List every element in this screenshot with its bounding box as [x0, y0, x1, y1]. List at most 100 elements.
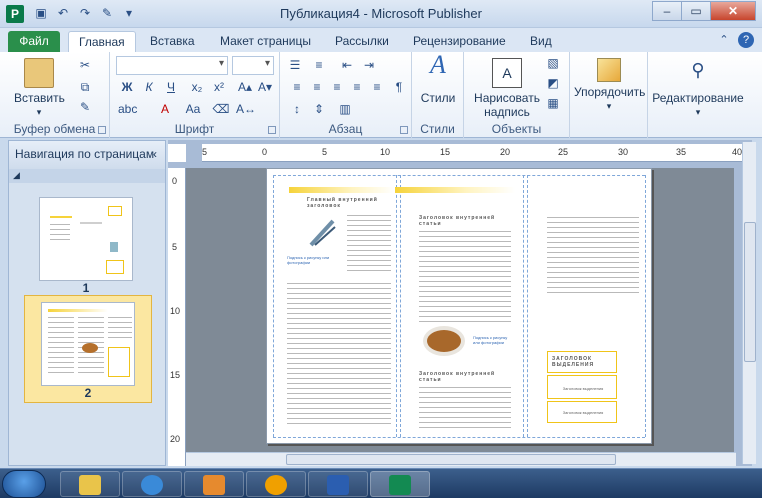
numbering-icon[interactable]: ≡: [310, 58, 328, 74]
margin-guide: [273, 175, 274, 437]
align-right-icon[interactable]: ≡: [328, 80, 346, 96]
h-tick: 30: [618, 147, 629, 157]
paste-button[interactable]: Вставить ▾: [14, 58, 65, 119]
font-name-combo[interactable]: [116, 56, 228, 75]
ribbon-home: Вставить ▾ ✂ ⧉ ✎ Буфер обмена Ж К Ч x₂ x…: [0, 52, 762, 138]
align-left-icon[interactable]: ≡: [288, 80, 306, 96]
line-spacing-icon[interactable]: ↕: [288, 102, 306, 118]
tab-insert[interactable]: Вставка: [140, 31, 205, 52]
table-icon[interactable]: ▦: [544, 96, 562, 112]
col3-body-text[interactable]: [547, 215, 639, 295]
tab-page-layout[interactable]: Макет страницы: [210, 31, 321, 52]
thumb-bowl: [82, 343, 98, 353]
taskbar-word[interactable]: [308, 471, 368, 497]
test-tubes-image[interactable]: [307, 215, 337, 249]
draw-text-box-label: Нарисовать надпись: [474, 91, 540, 119]
taskbar-media-player[interactable]: [246, 471, 306, 497]
main-inside-heading[interactable]: Главный внутренний заголовок: [307, 197, 387, 209]
arrange-label: Упорядочить: [574, 85, 646, 99]
horizontal-ruler[interactable]: 5 0 5 10 15 20 25 30 35 40: [202, 144, 752, 162]
inside-article-heading-1[interactable]: Заголовок внутренней статьи: [419, 215, 499, 227]
image-caption-2[interactable]: Подпись к рисунку или фотографии: [473, 335, 513, 347]
arrange-button[interactable]: Упорядочить ▾: [574, 58, 646, 113]
ie-icon: [141, 475, 163, 495]
paragraph-launcher-icon[interactable]: [400, 126, 408, 134]
highlight-box-middle[interactable]: Заголовок выделения: [547, 375, 617, 399]
tab-home[interactable]: Главная: [68, 31, 136, 52]
clipboard-launcher-icon[interactable]: [98, 126, 106, 134]
close-button[interactable]: ✕: [710, 1, 756, 21]
vertical-scrollbar[interactable]: [742, 142, 756, 464]
heading-accent-bar: [289, 187, 395, 193]
shapes-icon[interactable]: ◩: [544, 76, 562, 92]
justify-icon[interactable]: ≡: [348, 80, 366, 96]
v-tick: 15: [170, 370, 181, 380]
bullets-icon[interactable]: ☰: [286, 58, 304, 74]
minimize-button[interactable]: –: [652, 1, 682, 21]
image-caption-1[interactable]: Подпись к рисунку или фотографии: [287, 255, 337, 267]
picture-icon[interactable]: ▧: [544, 56, 562, 72]
col1-body-text[interactable]: [287, 281, 391, 425]
distribute-icon[interactable]: ≡: [368, 80, 386, 96]
collapse-pane-icon[interactable]: ‹: [153, 147, 157, 161]
align-center-icon[interactable]: ≡: [308, 80, 326, 96]
font-launcher-icon[interactable]: [268, 126, 276, 134]
col2-body-text-2[interactable]: [419, 385, 511, 429]
ruler-corner[interactable]: [168, 144, 186, 162]
minimize-ribbon-icon[interactable]: ⌃: [716, 32, 732, 48]
taskbar-publisher[interactable]: [370, 471, 430, 497]
cut-icon[interactable]: ✂: [76, 58, 94, 74]
col1-text-right[interactable]: [347, 213, 391, 275]
horizontal-scroll-thumb[interactable]: [286, 454, 616, 465]
arrange-icon: [597, 58, 621, 82]
font-shrink-icon[interactable]: A▾: [256, 80, 274, 96]
tab-mailings[interactable]: Рассылки: [325, 31, 399, 52]
tab-file[interactable]: Файл: [8, 31, 60, 52]
clear-formatting-icon[interactable]: ⌫: [212, 102, 230, 118]
format-painter-icon[interactable]: ✎: [76, 100, 94, 116]
col2-body-text-1[interactable]: [419, 229, 511, 325]
taskbar-ie[interactable]: [122, 471, 182, 497]
editing-button[interactable]: ⚲ Редактирование ▾: [650, 58, 746, 119]
taskbar-explorer[interactable]: [60, 471, 120, 497]
bowl-image[interactable]: [421, 323, 467, 359]
tab-review[interactable]: Рецензирование: [403, 31, 516, 52]
draw-text-box-button[interactable]: A Нарисовать надпись: [468, 58, 546, 119]
bold-icon[interactable]: Ж: [118, 80, 136, 96]
page-thumbnail-2[interactable]: 2: [24, 295, 152, 403]
superscript-icon[interactable]: x²: [210, 80, 228, 96]
taskbar-media-center[interactable]: [184, 471, 244, 497]
maximize-button[interactable]: ▭: [681, 1, 711, 21]
columns-icon[interactable]: ▥: [336, 102, 354, 118]
tab-view[interactable]: Вид: [520, 31, 562, 52]
italic-icon[interactable]: К: [140, 80, 158, 96]
show-marks-icon[interactable]: ¶: [390, 80, 408, 96]
help-icon[interactable]: ?: [738, 32, 754, 48]
publication-page[interactable]: Главный внутренний заголовок Подпись к р…: [266, 168, 652, 444]
highlight-box-top[interactable]: ЗАГОЛОВОК ВЫДЕЛЕНИЯ: [547, 351, 617, 373]
page-thumbnail-1[interactable]: 1: [23, 191, 149, 297]
expand-triangle-icon[interactable]: ◢: [13, 170, 20, 181]
paste-label: Вставить: [14, 91, 65, 105]
underline-icon[interactable]: Ч: [162, 80, 180, 96]
font-grow-icon[interactable]: A▴: [236, 80, 254, 96]
font-color-icon[interactable]: A: [156, 102, 174, 118]
font-size-combo[interactable]: [232, 56, 274, 75]
change-case-icon[interactable]: Aa: [184, 102, 202, 118]
strikethrough-icon[interactable]: abc: [118, 102, 137, 118]
subscript-icon[interactable]: x₂: [188, 80, 206, 96]
increase-indent-icon[interactable]: ⇥: [360, 58, 378, 74]
highlight-box-bottom[interactable]: Заголовок выделения: [547, 401, 617, 423]
inside-article-heading-2[interactable]: Заголовок внутренней статьи: [419, 371, 499, 383]
binoculars-icon: ⚲: [691, 60, 705, 80]
vertical-scroll-thumb[interactable]: [744, 222, 756, 362]
copy-icon[interactable]: ⧉: [76, 80, 94, 96]
paragraph-spacing-icon[interactable]: ⇕: [310, 102, 328, 118]
character-spacing-icon[interactable]: A↔: [236, 102, 256, 118]
start-button[interactable]: [2, 470, 46, 498]
vertical-ruler[interactable]: 0 5 10 15 20: [168, 168, 186, 466]
horizontal-scrollbar[interactable]: [186, 452, 736, 466]
paste-dropdown-icon: ▾: [36, 107, 42, 117]
decrease-indent-icon[interactable]: ⇤: [338, 58, 356, 74]
styles-button[interactable]: A Стили: [416, 52, 460, 106]
